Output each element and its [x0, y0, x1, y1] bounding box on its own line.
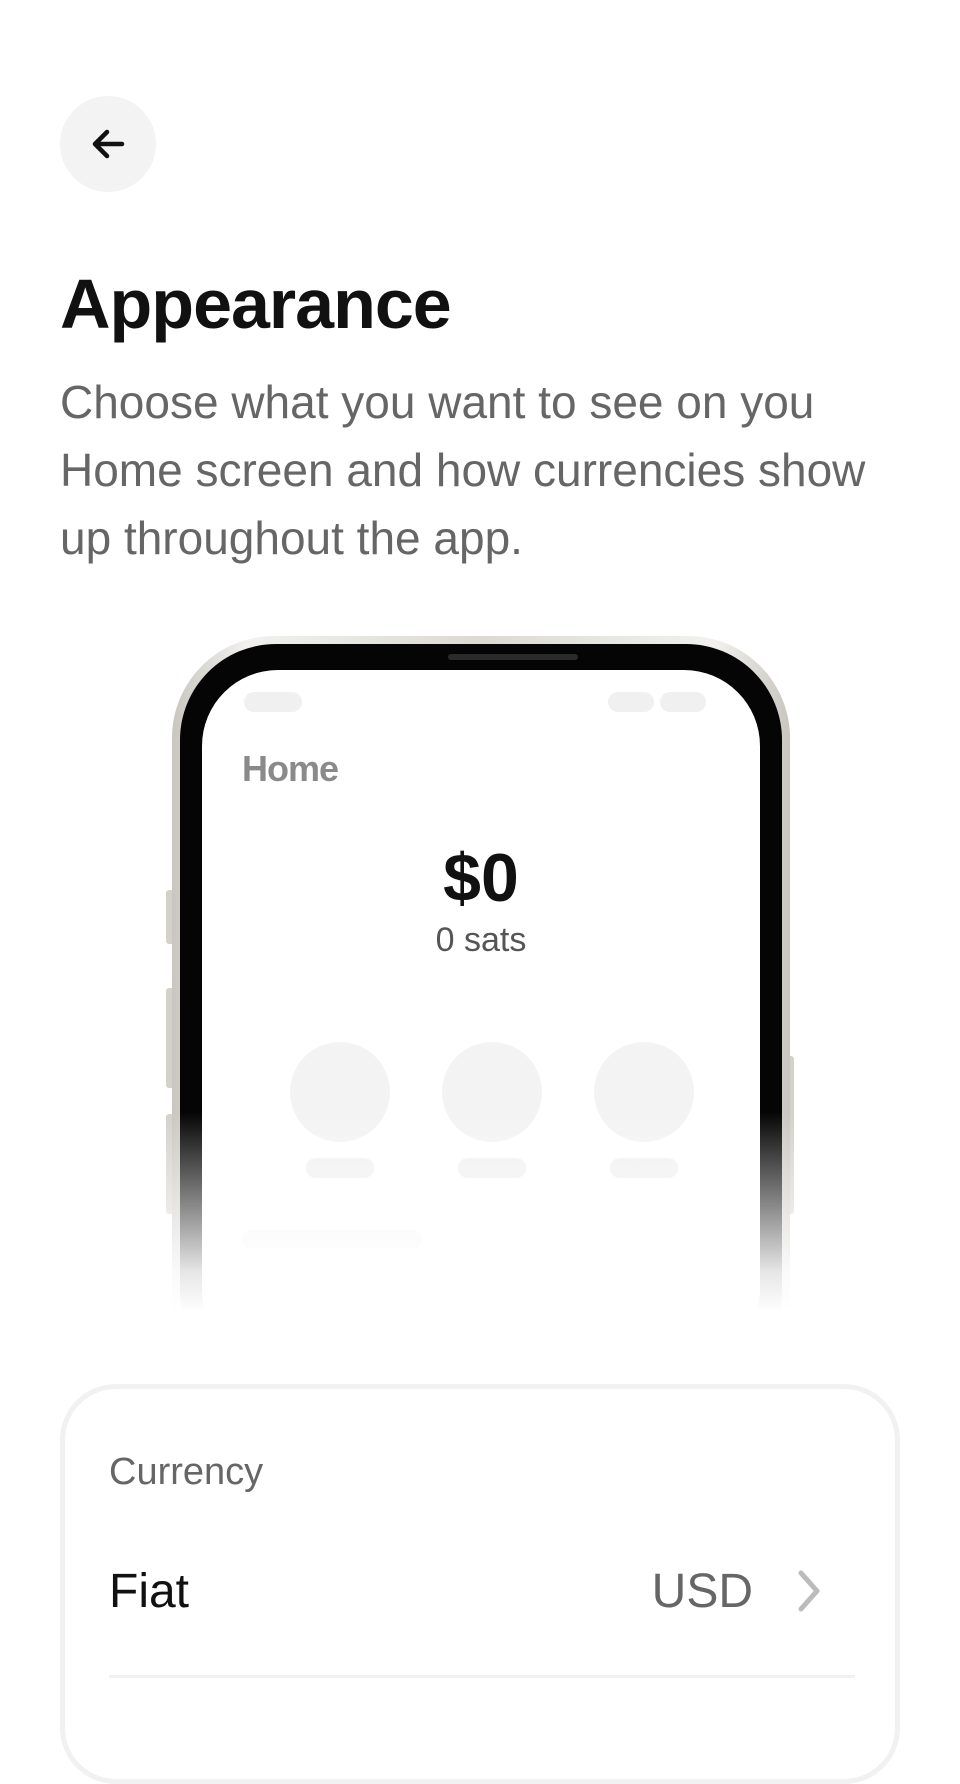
preview-action-placeholder	[442, 1042, 542, 1142]
preview-action-placeholder	[594, 1042, 694, 1142]
phone-earpiece	[448, 654, 578, 660]
page-title: Appearance	[60, 265, 452, 343]
arrow-left-icon	[92, 129, 125, 159]
status-bar-placeholder	[608, 692, 654, 712]
status-bar-placeholder	[244, 692, 302, 712]
preview-list-placeholder	[242, 1230, 422, 1248]
page-description: Choose what you want to see on you Home …	[60, 376, 866, 564]
status-bar-placeholder	[660, 692, 706, 712]
setting-row-value: USD	[651, 1564, 753, 1618]
section-label: Currency	[109, 1451, 264, 1493]
preview-action-placeholder	[290, 1042, 390, 1142]
phone-frame: Home $0 0 sats	[172, 636, 790, 1312]
chevron-right-icon	[798, 1570, 820, 1612]
phone-screen: Home $0 0 sats	[202, 670, 760, 1312]
preview-balance: $0	[443, 840, 519, 916]
preview-action-label-placeholder	[610, 1158, 678, 1178]
back-button[interactable]	[60, 96, 156, 192]
preview-action-label-placeholder	[458, 1158, 526, 1178]
phone-bezel: Home $0 0 sats	[180, 644, 782, 1312]
currency-settings-card: Currency Fiat USD	[60, 1384, 900, 1784]
fiat-currency-row[interactable]: Fiat USD	[109, 1555, 855, 1627]
phone-preview: Home $0 0 sats	[160, 636, 800, 1312]
preview-action-label-placeholder	[306, 1158, 374, 1178]
setting-row-label: Fiat	[109, 1564, 190, 1618]
row-divider	[109, 1675, 855, 1678]
preview-balance-sats: 0 sats	[435, 921, 527, 959]
preview-screen-title: Home	[242, 748, 339, 789]
